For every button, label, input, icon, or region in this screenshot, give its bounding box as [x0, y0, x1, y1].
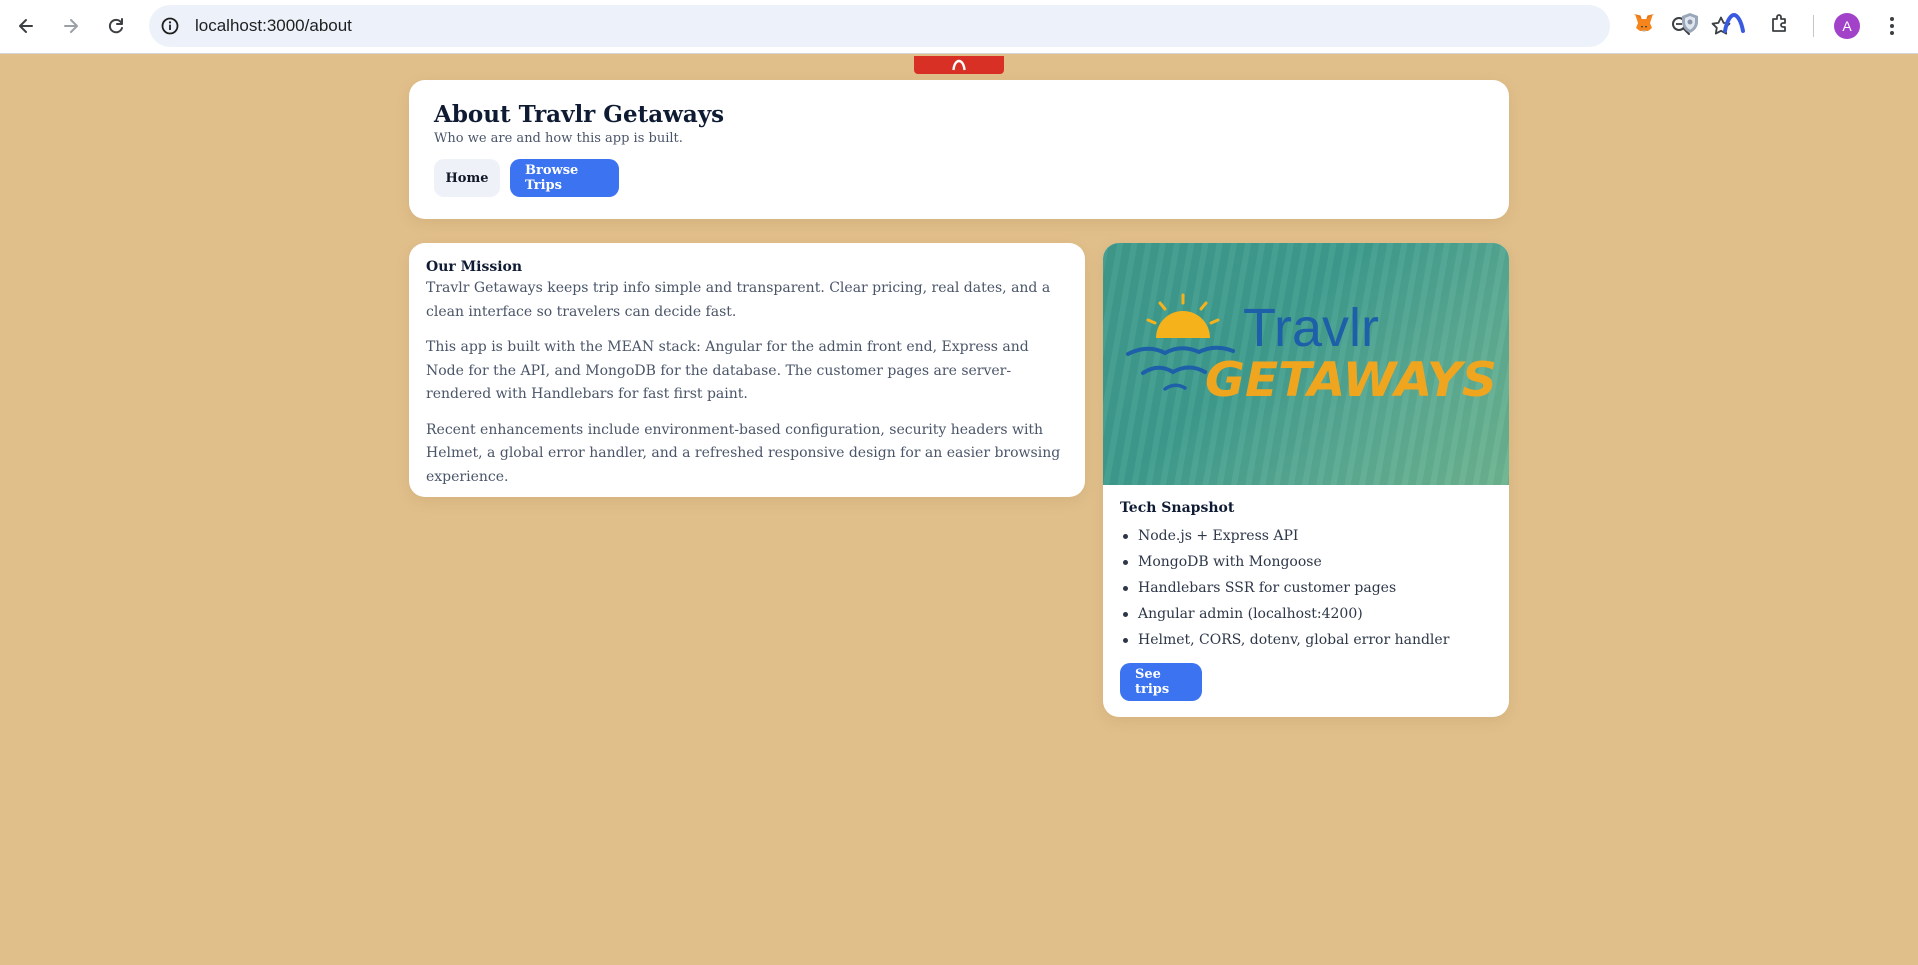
- reload-icon: [108, 18, 123, 34]
- address-bar[interactable]: localhost:3000/about: [149, 5, 1731, 47]
- page-title: About Travlr Getaways: [434, 101, 725, 128]
- travlr-logo-image: Travlr GETAWAYS: [1103, 243, 1509, 485]
- more-menu-icon[interactable]: [1880, 11, 1904, 41]
- site-info-icon[interactable]: [160, 16, 180, 36]
- toolbar-divider: [1813, 15, 1814, 37]
- mission-paragraph: Travlr Getaways keeps trip info simple a…: [426, 280, 1051, 320]
- browser-toolbar: localhost:3000/about A: [0, 0, 1918, 54]
- list-item: Handlebars SSR for customer pages: [1120, 575, 1492, 601]
- metamask-extension-icon[interactable]: [1632, 11, 1656, 35]
- tech-body: Tech Snapshot Node.js + Express API Mong…: [1103, 485, 1509, 714]
- extensions-puzzle-icon[interactable]: [1768, 11, 1792, 35]
- arrow-right-icon: [64, 19, 78, 33]
- address-url[interactable]: localhost:3000/about: [195, 16, 352, 36]
- devtools-toggle-tab[interactable]: [914, 56, 1004, 74]
- arrow-left-icon: [19, 19, 33, 33]
- header-nav: Home Browse Trips: [434, 159, 1484, 197]
- list-item: Angular admin (localhost:4200): [1120, 601, 1492, 627]
- browse-trips-button[interactable]: Browse Trips: [510, 159, 619, 197]
- forward-button[interactable]: [51, 6, 91, 46]
- profile-avatar[interactable]: A: [1834, 13, 1860, 39]
- travlr-logo-graphic: Travlr GETAWAYS: [1126, 293, 1497, 408]
- header-card: About Travlr Getaways Who we are and how…: [409, 80, 1509, 219]
- tech-title: Tech Snapshot: [1120, 500, 1235, 516]
- list-item: Helmet, CORS, dotenv, global error handl…: [1120, 627, 1492, 653]
- page-subtitle: Who we are and how this app is built.: [434, 131, 683, 146]
- arch-icon: [952, 59, 966, 71]
- tech-snapshot-card: Travlr GETAWAYS Tech Snapshot Node.js + …: [1103, 243, 1509, 717]
- reload-button[interactable]: [96, 6, 136, 46]
- home-button[interactable]: Home: [434, 159, 500, 197]
- tech-list: Node.js + Express API MongoDB with Mongo…: [1120, 523, 1492, 653]
- logo-getaways-text: GETAWAYS: [1205, 353, 1497, 408]
- see-trips-button[interactable]: See trips: [1120, 663, 1202, 701]
- back-button[interactable]: [6, 6, 46, 46]
- mission-title: Our Mission: [426, 259, 523, 275]
- list-item: MongoDB with Mongoose: [1120, 549, 1492, 575]
- shield-extension-icon[interactable]: [1678, 11, 1702, 35]
- mission-card: Our Mission Travlr Getaways keeps trip i…: [409, 243, 1085, 497]
- logo-travlr-text: Travlr: [1243, 298, 1379, 358]
- arc-extension-icon[interactable]: [1722, 11, 1746, 35]
- list-item: Node.js + Express API: [1120, 523, 1492, 549]
- mission-paragraph: Recent enhancements include environment-…: [426, 421, 1061, 485]
- mission-paragraph: This app is built with the MEAN stack: A…: [426, 339, 1029, 402]
